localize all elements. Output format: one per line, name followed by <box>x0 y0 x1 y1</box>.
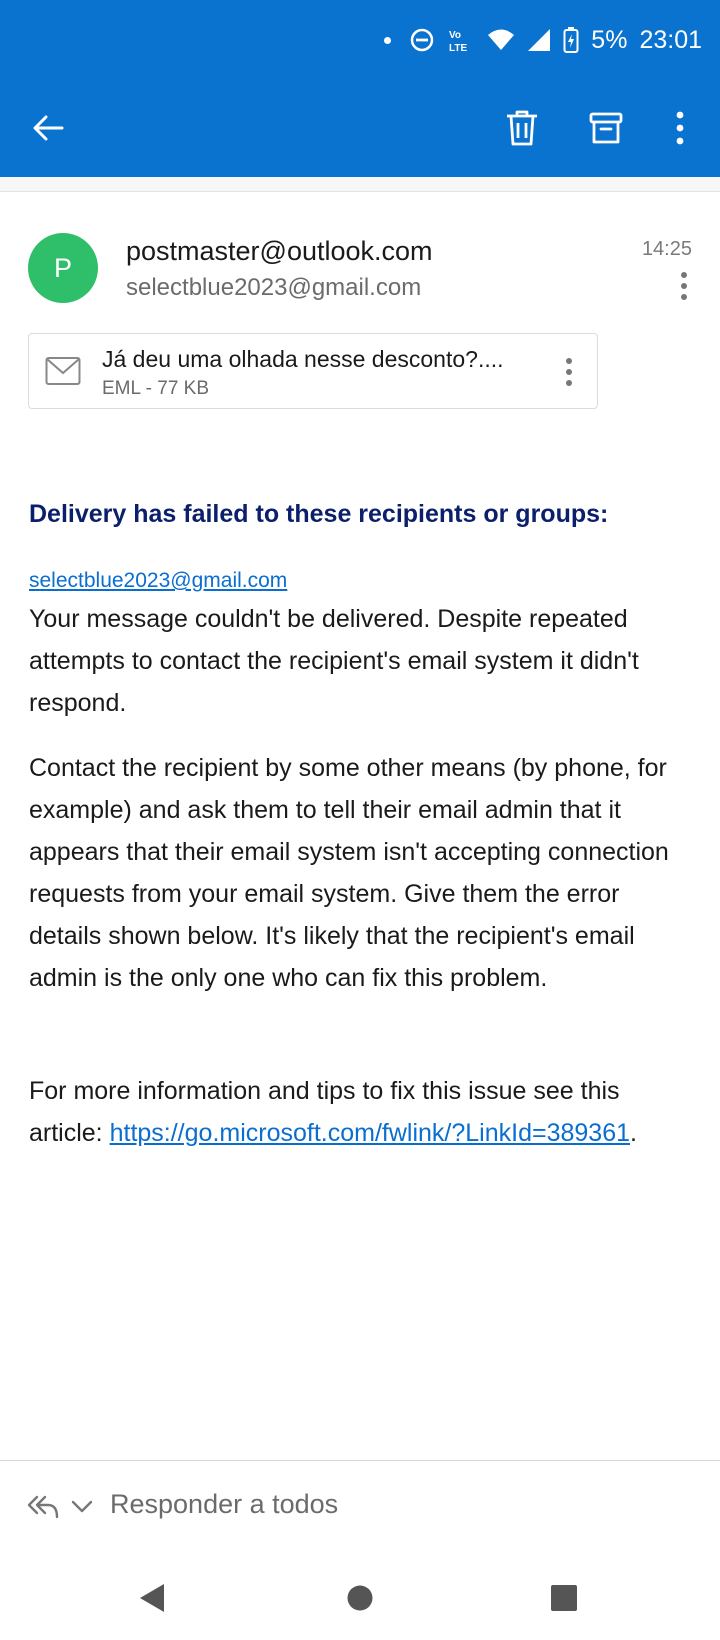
attachment-name: Já deu uma olhada nesse desconto?.... <box>102 346 504 372</box>
volte-lte-glyph: LTE <box>449 43 467 54</box>
dot-icon <box>384 36 392 44</box>
delivery-failed-heading: Delivery has failed to these recipients … <box>29 500 609 528</box>
nav-home-button[interactable] <box>335 1573 385 1623</box>
body-paragraph-2: Contact the recipient by some other mean… <box>29 754 669 992</box>
reply-all-bar[interactable]: Responder a todos <box>0 1461 720 1557</box>
nav-recents-icon <box>551 1585 577 1611</box>
more-vertical-icon <box>681 272 687 300</box>
chevron-down-icon[interactable] <box>70 1497 94 1522</box>
trash-icon <box>507 110 537 146</box>
archive-icon <box>589 112 623 144</box>
sender-address[interactable]: postmaster@outlook.com <box>126 236 433 267</box>
reply-all-icon[interactable] <box>26 1493 60 1526</box>
nav-back-button[interactable] <box>127 1573 177 1623</box>
header-divider-strip <box>0 177 720 192</box>
attachment-more-button[interactable] <box>551 354 587 390</box>
back-arrow-icon <box>33 115 64 141</box>
nav-recents-button[interactable] <box>539 1573 589 1623</box>
avatar[interactable]: P <box>28 233 98 303</box>
body-paragraph-3: For more information and tips to fix thi… <box>29 1070 689 1154</box>
wifi-icon <box>487 28 515 52</box>
volte-icon: Vo LTE <box>447 26 475 54</box>
microsoft-help-link[interactable]: https://go.microsoft.com/fwlink/?LinkId=… <box>110 1119 630 1147</box>
more-vertical-icon <box>566 358 572 386</box>
info-text-end: . <box>630 1119 637 1147</box>
delete-button[interactable] <box>498 104 546 152</box>
message-time: 14:25 <box>641 238 692 260</box>
nav-back-icon <box>140 1584 164 1612</box>
attachment-meta: EML - 77 KB <box>102 378 210 399</box>
status-time: 23:01 <box>639 25 702 54</box>
message-more-button[interactable] <box>666 268 702 304</box>
volte-vo-glyph: Vo <box>449 30 461 41</box>
signal-icon <box>527 28 551 52</box>
reply-all-label[interactable]: Responder a todos <box>110 1489 338 1520</box>
back-button[interactable] <box>24 104 72 152</box>
do-not-disturb-icon <box>409 27 435 53</box>
app-header: Vo LTE 5% 23:01 <box>0 0 720 177</box>
nav-home-icon <box>347 1585 373 1611</box>
body-paragraph-1: Your message couldn't be delivered. Desp… <box>29 605 639 717</box>
more-vertical-icon <box>676 111 684 145</box>
envelope-icon <box>45 356 81 391</box>
archive-button[interactable] <box>582 104 630 152</box>
status-bar: Vo LTE 5% 23:01 <box>0 0 720 80</box>
recipient-address: selectblue2023@gmail.com <box>126 274 422 301</box>
battery-charging-icon <box>563 26 579 54</box>
system-nav-bar <box>0 1557 720 1640</box>
more-options-button[interactable] <box>656 104 704 152</box>
battery-percent: 5% <box>591 25 628 54</box>
failed-recipient-link[interactable]: selectblue2023@gmail.com <box>29 569 287 593</box>
attachment-card[interactable]: Já deu uma olhada nesse desconto?.... EM… <box>28 333 598 409</box>
